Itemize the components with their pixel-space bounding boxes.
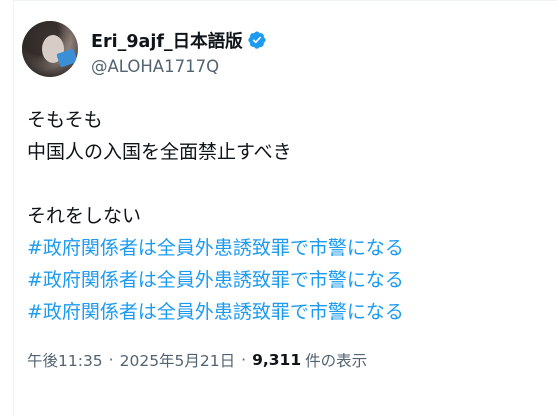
hashtag-link[interactable]: #政府関係者は全員外患誘致罪で市警になる [27,264,547,296]
hashtag-link[interactable]: #政府関係者は全員外患誘致罪で市警になる [27,296,547,328]
meta-separator: · [108,351,114,369]
author-handle[interactable]: @ALOHA1717Q [91,57,219,76]
views-label[interactable]: 件の表示 [305,349,367,371]
author-name-row[interactable]: Eri_9ajf_日本語版 [91,28,267,52]
tweet-line: そもそも [27,109,103,131]
views-count[interactable]: 9,311 [252,351,301,369]
tweet-time[interactable]: 午後11:35 [27,349,103,371]
display-name[interactable]: Eri_9ajf_日本語版 [91,28,243,53]
tweet-text: そもそも 中国人の入国を全面禁止すべき それをしない #政府関係者は全員外患誘致… [27,104,547,328]
top-divider [13,0,557,1]
avatar[interactable] [22,21,78,77]
tweet-date[interactable]: 2025年5月21日 [120,349,236,371]
tweet-line: 中国人の入国を全面禁止すべき [27,141,292,163]
meta-separator: · [241,351,247,369]
hashtag-link[interactable]: #政府関係者は全員外患誘致罪で市警になる [27,232,547,264]
tweet-meta: 午後11:35 · 2025年5月21日 · 9,311 件の表示 [27,348,367,372]
tweet-line: それをしない [27,205,142,227]
verified-badge-icon[interactable] [247,30,267,50]
left-divider [13,0,14,416]
